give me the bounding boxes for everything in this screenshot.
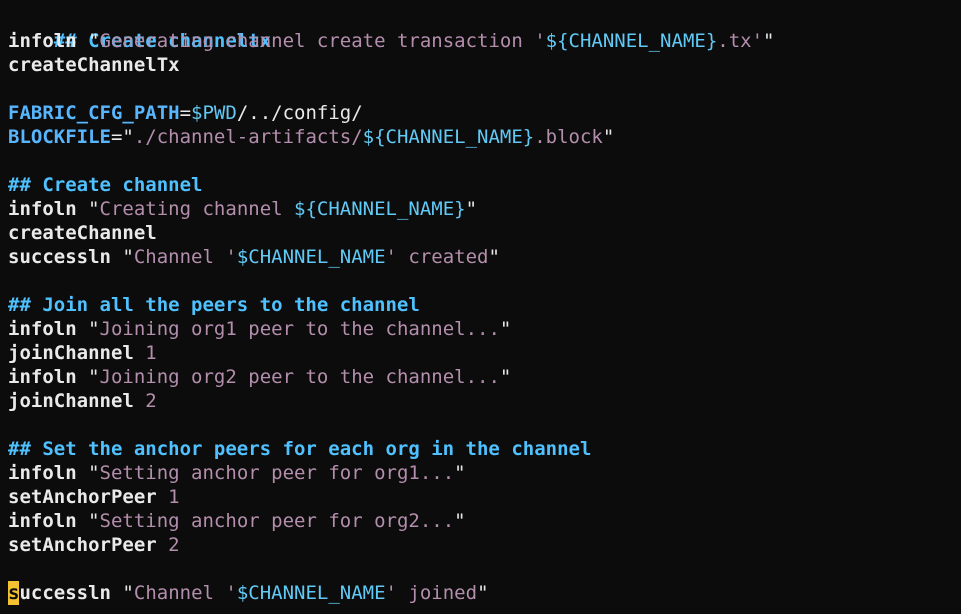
variable: $PWD (191, 102, 237, 124)
argument: 1 (145, 342, 157, 364)
code-line: ## Set the anchor peers for each org in … (0, 437, 961, 461)
quote: " (454, 510, 466, 532)
code-line: joinChannel 2 (0, 389, 961, 413)
string: Joining org2 peer to the channel... (99, 366, 500, 388)
string: Setting anchor peer for org2... (99, 510, 455, 532)
quote: " (88, 366, 100, 388)
command: infoln (8, 30, 77, 52)
quote: " (122, 582, 134, 604)
argument: 1 (168, 486, 180, 508)
code-line: ## Create channeltx (0, 5, 961, 52)
quote: " (88, 510, 100, 532)
command: infoln (8, 318, 77, 340)
code-line: successln "Channel '$CHANNEL_NAME' creat… (0, 245, 961, 269)
quote: " (88, 30, 100, 52)
quote: " (88, 462, 100, 484)
command: uccessln (19, 582, 111, 604)
command: successln (8, 246, 111, 268)
variable-name: FABRIC_CFG_PATH (8, 102, 180, 124)
command: createChannelTx (8, 54, 180, 76)
argument: 2 (145, 390, 157, 412)
command: infoln (8, 462, 77, 484)
command: joinChannel (8, 390, 134, 412)
command: infoln (8, 510, 77, 532)
operator: = (110, 126, 123, 148)
command: setAnchorPeer (8, 486, 157, 508)
comment: ## Create channel (8, 174, 203, 196)
quote: " (763, 30, 775, 52)
code-line: infoln "Joining org1 peer to the channel… (0, 317, 961, 341)
variable: ${CHANNEL_NAME} (294, 198, 466, 220)
code-line: setAnchorPeer 1 (0, 485, 961, 509)
code-line: infoln "Setting anchor peer for org1..." (0, 461, 961, 485)
command: setAnchorPeer (8, 534, 157, 556)
text-cursor[interactable]: s (8, 581, 20, 605)
string: .block (534, 126, 603, 148)
string: Generating channel create transaction ' (99, 30, 546, 52)
code-line: infoln "Setting anchor peer for org2..." (0, 509, 961, 533)
quote: " (122, 246, 134, 268)
quote: " (499, 366, 512, 388)
code-line: infoln "Generating channel create transa… (0, 29, 961, 53)
variable: ${CHANNEL_NAME} (362, 126, 535, 148)
variable-name: BLOCKFILE (8, 126, 111, 148)
code-line: ## Join all the peers to the channel (0, 293, 961, 317)
string: ./channel-artifacts/ (133, 126, 363, 148)
quote: " (488, 246, 500, 268)
code-line: infoln "Creating channel ${CHANNEL_NAME}… (0, 197, 961, 221)
comment: ## Join all the peers to the channel (8, 294, 420, 316)
string: Setting anchor peer for org1... (99, 462, 455, 484)
code-line: FABRIC_CFG_PATH=$PWD/../config/ (0, 101, 961, 125)
code-line: infoln "Joining org2 peer to the channel… (0, 365, 961, 389)
terminal-editor[interactable]: ## Create channeltx infoln "Generating c… (0, 0, 961, 614)
command: joinChannel (8, 342, 134, 364)
code-line: joinChannel 1 (0, 341, 961, 365)
code-line: BLOCKFILE="./channel-artifacts/${CHANNEL… (0, 125, 961, 149)
quote: " (499, 318, 512, 340)
quote: " (88, 198, 100, 220)
quote: " (454, 462, 466, 484)
code-line: createChannel (0, 221, 961, 245)
quote: " (122, 126, 134, 148)
string: Creating channel (99, 198, 295, 220)
string: .tx' (717, 30, 764, 52)
variable: ${CHANNEL_NAME} (545, 30, 718, 52)
string: Channel ' (133, 246, 237, 268)
command: infoln (8, 366, 77, 388)
string: ' joined (385, 582, 478, 604)
string: ' created (385, 246, 489, 268)
comment: ## Set the anchor peers for each org in … (8, 438, 592, 460)
command: infoln (8, 198, 77, 220)
code-line: successln "Channel '$CHANNEL_NAME' joine… (0, 581, 961, 605)
quote: " (477, 582, 489, 604)
string: Joining org1 peer to the channel... (99, 318, 500, 340)
quote: " (602, 126, 615, 148)
variable: $CHANNEL_NAME (236, 246, 386, 268)
string: Channel ' (133, 582, 237, 604)
code-line: ## Create channel (0, 173, 961, 197)
quote: " (465, 198, 478, 220)
argument: 2 (168, 534, 180, 556)
command: createChannel (8, 222, 157, 244)
code-line: createChannelTx (0, 53, 961, 77)
path: /../config/ (236, 102, 363, 124)
quote: " (88, 318, 100, 340)
code-line: setAnchorPeer 2 (0, 533, 961, 557)
operator: = (179, 102, 192, 124)
variable: $CHANNEL_NAME (236, 582, 386, 604)
